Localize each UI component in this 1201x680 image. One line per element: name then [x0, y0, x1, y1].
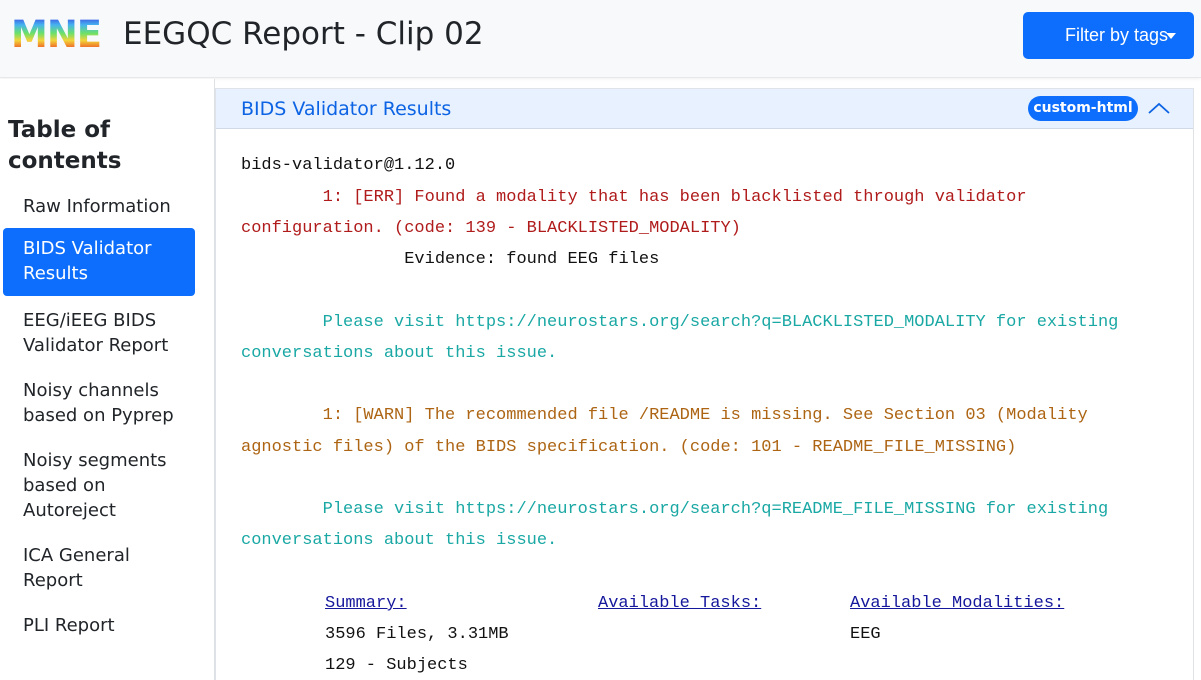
filter-by-tags-button[interactable]: Filter by tags [1023, 12, 1194, 59]
modality-value: EEG [850, 625, 881, 644]
sidebar-item-label: Noisy channels based on Pyprep [23, 380, 174, 426]
sidebar-item-bids-validator-results[interactable]: BIDS Validator Results [3, 228, 195, 296]
error-help-line: Please visit https://neurostars.org/sear… [241, 313, 1119, 332]
sidebar-item-ica-general-report[interactable]: ICA General Report [3, 543, 195, 593]
sidebar-item-label: EEG/iEEG BIDS Validator Report [23, 310, 169, 356]
report-title: EEGQC Report - Clip 02 [123, 16, 484, 52]
top-navbar: MNE EEGQC Report - Clip 02 Filter by tag… [0, 0, 1201, 78]
error-evidence: Evidence: found EEG files [241, 250, 660, 269]
sidebar-item-raw-information[interactable]: Raw Information [3, 194, 195, 219]
caret-down-icon [1166, 33, 1176, 39]
summary-heading: Summary: [325, 594, 407, 613]
available-tasks-heading: Available Tasks: [598, 594, 762, 613]
sidebar-item-label: PLI Report [23, 615, 115, 636]
tag-badge[interactable]: custom-html [1028, 96, 1138, 121]
error-help-line: conversations about this issue. [241, 344, 558, 363]
error-message-line: configuration. (code: 139 - BLACKLISTED_… [241, 219, 741, 238]
summary-subjects: 129 - Subjects [325, 656, 468, 675]
table-of-contents-sidebar: Table of contents Raw Information BIDS V… [0, 79, 215, 680]
bids-validator-results-card: BIDS Validator Results custom-html bids-… [215, 88, 1194, 680]
filter-button-label: Filter by tags [1064, 25, 1169, 45]
toc-heading: Table of contents [8, 117, 122, 174]
chevron-up-icon[interactable] [1147, 100, 1171, 116]
warning-message-line: 1: [WARN] The recommended file /README i… [241, 406, 1088, 425]
sidebar-item-label: BIDS Validator Results [23, 238, 152, 284]
sidebar-item-noisy-segments[interactable]: Noisy segments based on Autoreject [3, 448, 195, 523]
section-title: BIDS Validator Results [241, 98, 452, 120]
warning-message-line: agnostic files) of the BIDS specificatio… [241, 438, 1017, 457]
warning-help-line: Please visit https://neurostars.org/sear… [241, 500, 1109, 519]
error-message-line: 1: [ERR] Found a modality that has been … [241, 188, 1027, 207]
sidebar-item-label: ICA General Report [23, 545, 130, 591]
sidebar-item-eeg-ieeg-bids-validator-report[interactable]: EEG/iEEG BIDS Validator Report [3, 308, 195, 358]
warning-help-line: conversations about this issue. [241, 531, 558, 550]
card-header[interactable]: BIDS Validator Results custom-html [216, 89, 1193, 129]
sidebar-item-label: Raw Information [23, 196, 171, 217]
mne-logo[interactable]: MNE [11, 16, 115, 53]
summary-files: 3596 Files, 3.31MB [325, 625, 509, 644]
sidebar-item-pli-report[interactable]: PLI Report [3, 613, 195, 638]
sidebar-item-noisy-channels[interactable]: Noisy channels based on Pyprep [3, 378, 195, 428]
validator-version: bids-validator@1.12.0 [241, 156, 456, 175]
available-modalities-heading: Available Modalities: [850, 594, 1065, 613]
sidebar-item-label: Noisy segments based on Autoreject [23, 450, 167, 521]
